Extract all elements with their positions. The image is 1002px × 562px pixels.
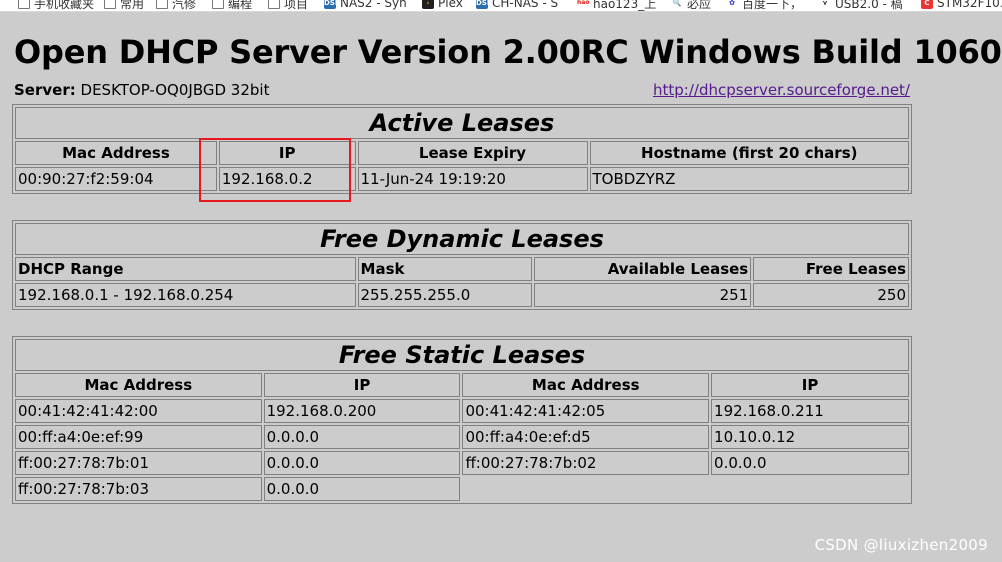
table-row: ff:00:27:78:7b:03 0.0.0.0 [15, 477, 909, 501]
watermark: CSDN @liuxizhen2009 [814, 536, 988, 554]
column-header: IP [263, 373, 461, 397]
page-title: Open DHCP Server Version 2.00RC Windows … [14, 33, 1002, 71]
folder-icon [156, 0, 168, 9]
empty-cell [462, 477, 909, 501]
static-leases-table: Free Static Leases Mac Address IP Mac Ad… [12, 336, 912, 504]
ip-cell: 0.0.0.0 [263, 477, 461, 501]
table-caption: Free Dynamic Leases [15, 223, 909, 255]
free-cell: 250 [753, 283, 909, 307]
column-header: Mask [357, 257, 533, 281]
folder-icon [18, 0, 30, 9]
bookmark-label: 手机收藏夹 [34, 0, 95, 11]
bookmark-label: 必应 [687, 0, 712, 11]
column-header: IP [711, 373, 909, 397]
usb-icon: ⋎ [819, 0, 831, 9]
bookmark-item[interactable]: 常用 [104, 0, 144, 11]
column-header: Mac Address [462, 373, 710, 397]
active-leases-table: Active Leases Mac Address IP Lease Expir… [12, 104, 912, 194]
column-header: Mac Address [15, 373, 262, 397]
ip-cell: 0.0.0.0 [263, 451, 461, 475]
bookmark-item[interactable]: hao hao123_上 [577, 0, 656, 11]
project-home-link[interactable]: http://dhcpserver.sourceforge.net/ [653, 81, 910, 99]
mac-cell: 00:90:27:f2:59:04 [15, 167, 217, 191]
ip-cell: 192.168.0.200 [263, 399, 461, 423]
dsm-icon: DSM [324, 0, 342, 9]
mac-cell: ff:00:27:78:7b:01 [15, 451, 262, 475]
ip-cell: 10.10.0.12 [711, 425, 909, 449]
column-header: Mac Address [15, 141, 217, 165]
table-row: 00:90:27:f2:59:04 192.168.0.2 11-Jun-24 … [15, 167, 909, 191]
hao123-icon: hao [577, 0, 589, 9]
bookmark-item[interactable]: › Plex [422, 0, 463, 11]
bookmark-item[interactable]: C STM32F103 [921, 0, 1002, 11]
ip-cell: 0.0.0.0 [711, 451, 909, 475]
mac-cell: 00:41:42:41:42:00 [15, 399, 262, 423]
mac-cell: ff:00:27:78:7b:03 [15, 477, 262, 501]
column-header: IP [218, 141, 356, 165]
bookmark-item[interactable]: ✿ 百度一下， [726, 0, 802, 11]
mac-cell: 00:41:42:41:42:05 [462, 399, 710, 423]
bookmark-item[interactable]: 手机收藏夹 [18, 0, 94, 11]
folder-icon [268, 0, 280, 9]
column-header: Available Leases [534, 257, 752, 281]
bookmark-label: 项目 [284, 0, 309, 11]
bookmark-label: CH-NAS - S [492, 0, 559, 10]
table-row: ff:00:27:78:7b:01 0.0.0.0 ff:00:27:78:7b… [15, 451, 909, 475]
server-info: Server: DESKTOP-OQ0JBGD 32bit [14, 81, 269, 99]
column-header: Hostname (first 20 chars) [589, 141, 909, 165]
bookmark-label: STM32F103 [937, 0, 1002, 10]
bookmark-item[interactable]: 编程 [212, 0, 252, 11]
dynamic-leases-table: Free Dynamic Leases DHCP Range Mask Avai… [12, 220, 912, 310]
bookmark-item[interactable]: 🔍 必应 [671, 0, 711, 11]
column-header: DHCP Range [15, 257, 356, 281]
bing-icon: 🔍 [671, 0, 683, 9]
bookmark-label: NAS2 - Syn [340, 0, 407, 10]
bookmark-item[interactable]: DSM NAS2 - Syn [324, 0, 407, 11]
bookmark-label: 百度一下， [742, 0, 803, 11]
folder-icon [104, 0, 116, 9]
dsm-icon: DSM [476, 0, 494, 9]
bookmark-label: Plex [438, 0, 463, 10]
available-cell: 251 [534, 283, 752, 307]
range-cell: 192.168.0.1 - 192.168.0.254 [15, 283, 356, 307]
hostname-cell: TOBDZYRZ [589, 167, 909, 191]
bookmark-item[interactable]: ⋎ USB2.0 - 稿 [819, 0, 903, 11]
bookmark-label: 编程 [228, 0, 253, 11]
expiry-cell: 11-Jun-24 19:19:20 [357, 167, 588, 191]
ip-cell: 192.168.0.2 [218, 167, 356, 191]
mac-cell: 00:ff:a4:0e:ef:99 [15, 425, 262, 449]
plex-icon: › [422, 0, 434, 9]
table-row: 00:ff:a4:0e:ef:99 0.0.0.0 00:ff:a4:0e:ef… [15, 425, 909, 449]
bookmark-item[interactable]: DSM CH-NAS - S [476, 0, 558, 11]
table-caption: Free Static Leases [15, 339, 909, 371]
bookmark-label: 常用 [120, 0, 145, 11]
mac-cell: ff:00:27:78:7b:02 [462, 451, 710, 475]
server-label: Server: [14, 81, 76, 99]
bookmark-item[interactable]: 项目 [268, 0, 308, 11]
table-row: 00:41:42:41:42:00 192.168.0.200 00:41:42… [15, 399, 909, 423]
ip-cell: 0.0.0.0 [263, 425, 461, 449]
bookmark-label: 汽修 [172, 0, 197, 11]
column-header: Free Leases [753, 257, 909, 281]
ip-cell: 192.168.0.211 [711, 399, 909, 423]
table-row: 192.168.0.1 - 192.168.0.254 255.255.255.… [15, 283, 909, 307]
bookmarks-bar: 手机收藏夹 常用 汽修 编程 项目 DSM NAS2 - Syn › Plex … [0, 0, 1002, 12]
csdn-icon: C [921, 0, 933, 9]
bookmark-item[interactable]: 汽修 [156, 0, 196, 11]
baidu-icon: ✿ [726, 0, 738, 9]
mac-cell: 00:ff:a4:0e:ef:d5 [462, 425, 710, 449]
mask-cell: 255.255.255.0 [357, 283, 533, 307]
bookmark-label: hao123_上 [593, 0, 657, 11]
table-caption: Active Leases [15, 107, 909, 139]
column-header: Lease Expiry [357, 141, 588, 165]
server-value: DESKTOP-OQ0JBGD 32bit [80, 81, 270, 99]
bookmark-label: USB2.0 - 稿 [835, 0, 903, 11]
folder-icon [212, 0, 224, 9]
